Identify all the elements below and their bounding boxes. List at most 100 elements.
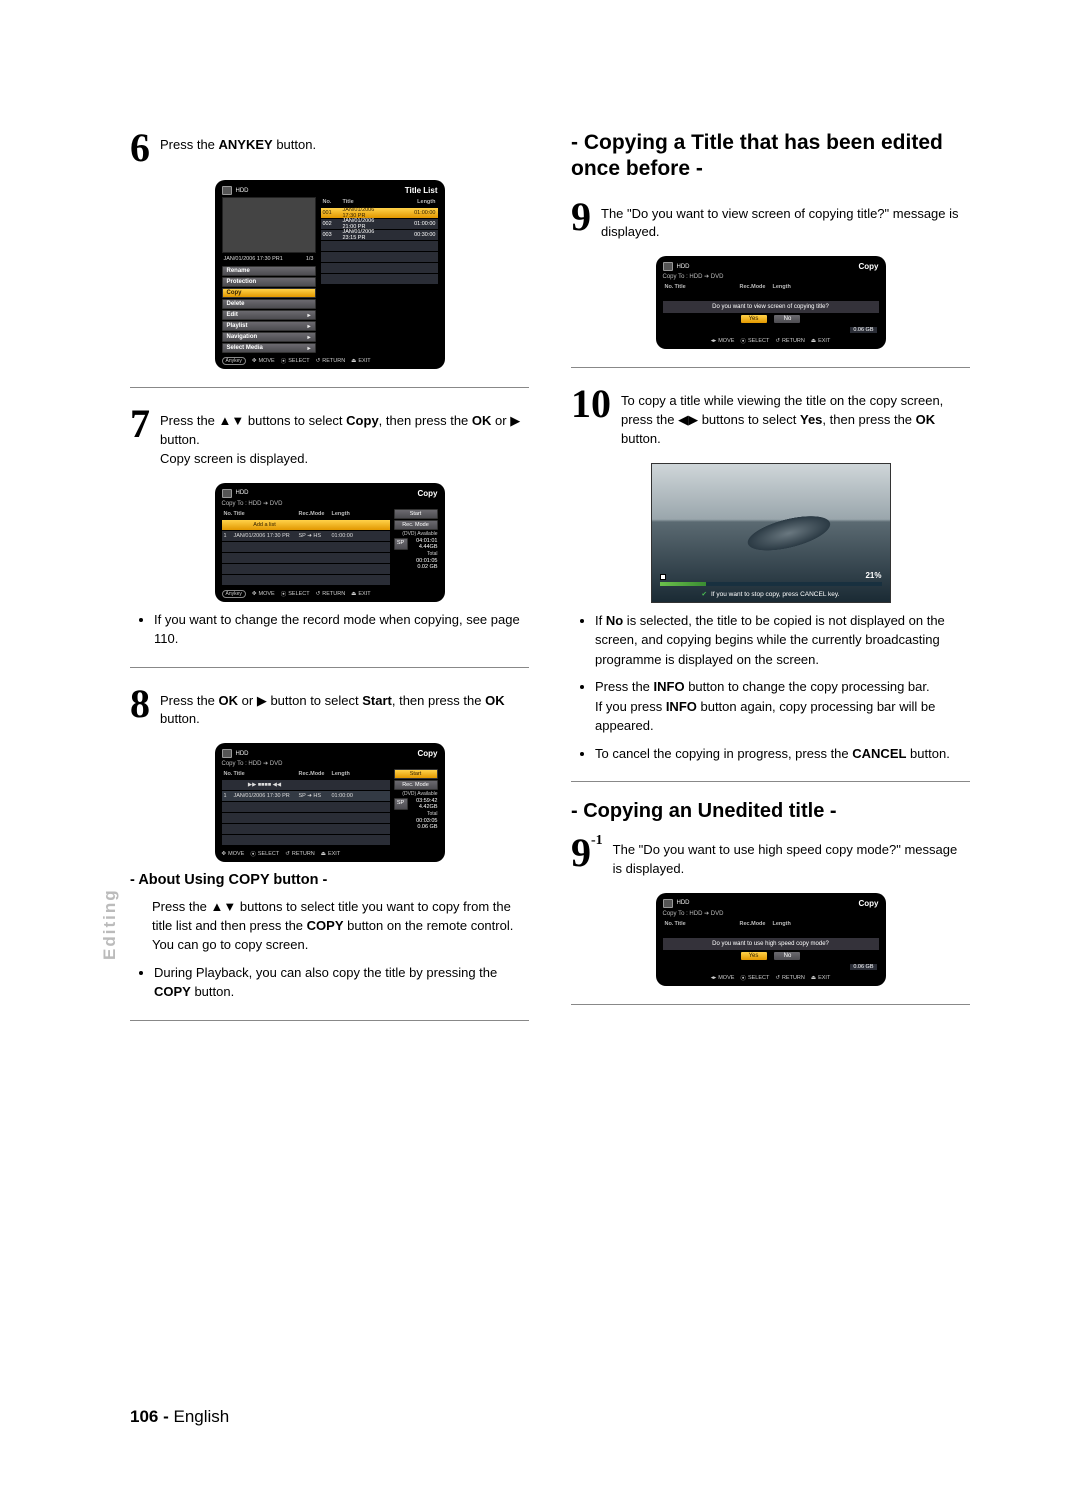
side-tab-editing: Editing: [100, 888, 120, 960]
progress-bar: [660, 582, 882, 586]
menu-rename[interactable]: Rename: [222, 266, 316, 276]
bullet-no: If No is selected, the title to be copie…: [595, 611, 970, 670]
title-row[interactable]: 002JAN/01/2006 21:00 PR01:00:00: [321, 219, 438, 229]
dialog-question: Do you want to view screen of copying ti…: [663, 301, 879, 313]
copy-row[interactable]: 1JAN/01/2006 17:30 PRSP ➔ HS01:00:00: [222, 531, 390, 541]
disk-icon: [222, 749, 232, 758]
yes-button[interactable]: Yes: [741, 952, 767, 960]
move-hint: ✥ MOVE: [222, 851, 245, 857]
recmode-button[interactable]: Rec. Mode: [394, 520, 438, 530]
return-hint: ↺ RETURN: [316, 358, 346, 364]
title-row: [321, 241, 438, 251]
menu-delete[interactable]: Delete: [222, 299, 316, 309]
divider: [130, 667, 529, 668]
select-hint: ⦿ SELECT: [740, 974, 769, 982]
available-label: (DVD) Available: [394, 531, 438, 537]
menu-copy[interactable]: Copy: [222, 288, 316, 298]
device-label: HDD: [236, 751, 249, 757]
move-hint: ✥ MOVE: [252, 358, 275, 364]
recmode-button[interactable]: Rec. Mode: [394, 780, 438, 790]
step-text: The "Do you want to use high speed copy …: [613, 841, 970, 879]
title-row: [321, 252, 438, 262]
divider: [571, 367, 970, 368]
preview-thumbnail: [222, 197, 316, 253]
step-10: 10 To copy a title while viewing the tit…: [571, 386, 970, 449]
title-row[interactable]: 001JAN/01/2006 17:30 PR01:00:00: [321, 208, 438, 218]
left-right-icon: ◀▶: [678, 411, 698, 430]
page-footer: 106 - English: [130, 1407, 229, 1427]
right-column: - Copying a Title that has been edited o…: [571, 130, 970, 1039]
start-button[interactable]: Start: [394, 769, 438, 779]
add-list-row[interactable]: Add a list: [222, 520, 390, 530]
total-size: 0.06 GB: [850, 964, 876, 970]
yes-button[interactable]: Yes: [741, 315, 767, 323]
no-button[interactable]: No: [774, 952, 800, 960]
total-size: 0.06 GB: [850, 327, 876, 333]
about-copy-text: Press the ▲▼ buttons to select title you…: [152, 898, 529, 955]
title-row[interactable]: 003JAN/01/2006 23:15 PR00:30:00: [321, 230, 438, 240]
section-heading-unedited: - Copying an Unedited title -: [571, 800, 970, 823]
screen-title: Copy: [418, 489, 438, 498]
anykey-button-hint: Anykey: [222, 590, 246, 598]
no-button[interactable]: No: [774, 315, 800, 323]
select-hint: ⦿ SELECT: [740, 337, 769, 345]
step-number: 6: [130, 130, 150, 166]
return-hint: ↺ RETURN: [285, 851, 315, 857]
step-number: 7: [130, 406, 150, 442]
step-6: 6 Press the ANYKEY button.: [130, 130, 529, 166]
exit-hint: ⏏ EXIT: [811, 338, 830, 344]
disk-icon: [222, 489, 232, 498]
step-number: 9: [571, 199, 591, 235]
step-number: 10: [571, 386, 611, 422]
anykey-button-hint: Anykey: [222, 357, 246, 365]
device-label: HDD: [677, 900, 690, 906]
disk-icon: [663, 899, 673, 908]
exit-hint: ⏏ EXIT: [811, 975, 830, 981]
osd-title-list: HDD Title List JAN/01/2006 17:30 PR11/3 …: [215, 180, 445, 369]
step-9-1: 9-1 The "Do you want to use high speed c…: [571, 835, 970, 879]
move-hint: ✥ MOVE: [252, 591, 275, 597]
osd-copy-screen: HDD Copy Copy To : HDD ➔ DVD No.TitleRec…: [215, 483, 445, 602]
step-9: 9 The "Do you want to view screen of cop…: [571, 199, 970, 243]
device-label: HDD: [677, 264, 690, 270]
step-text: To copy a title while viewing the title …: [621, 392, 970, 449]
select-hint: ⦿ SELECT: [281, 590, 310, 598]
copy-row[interactable]: 1JAN/01/2006 17:30 PRSP ➔ HS01:00:00: [222, 791, 390, 801]
return-hint: ↺ RETURN: [316, 591, 346, 597]
screen-title: Copy: [418, 749, 438, 758]
progress-percent: 21%: [865, 571, 881, 580]
up-down-icon: ▲▼: [219, 412, 245, 431]
step-text: Press the ANYKEY button.: [160, 136, 529, 155]
play-icon: ▶: [510, 412, 520, 431]
step-number: 8: [130, 686, 150, 722]
title-row: [321, 274, 438, 284]
left-column: 6 Press the ANYKEY button. HDD Title Lis…: [130, 130, 529, 1039]
menu-playlist[interactable]: Playlist▸: [222, 321, 316, 331]
disk-icon: [222, 186, 232, 195]
menu-navigation[interactable]: Navigation▸: [222, 332, 316, 342]
step-7: 7 Press the ▲▼ buttons to select Copy, t…: [130, 406, 529, 469]
menu-edit[interactable]: Edit▸: [222, 310, 316, 320]
about-copy-bullet: During Playback, you can also copy the t…: [154, 963, 529, 1002]
screen-title: Copy: [859, 899, 879, 908]
play-icon: ▶: [257, 692, 267, 711]
sp-label: SP: [394, 538, 408, 550]
bullet-cancel: To cancel the copying in progress, press…: [595, 744, 970, 764]
cancel-hint: If you want to stop copy, press CANCEL k…: [652, 590, 890, 598]
exit-hint: ⏏ EXIT: [351, 358, 370, 364]
screen-title: Title List: [405, 186, 438, 195]
step-text: Press the ▲▼ buttons to select Copy, the…: [160, 412, 529, 469]
start-button[interactable]: Start: [394, 509, 438, 519]
step-text: Press the OK or ▶ button to select Start…: [160, 692, 529, 730]
menu-select-media[interactable]: Select Media▸: [222, 343, 316, 353]
select-hint: ⦿ SELECT: [281, 357, 310, 365]
title-row: [321, 263, 438, 273]
device-label: HDD: [236, 188, 249, 194]
menu-protection[interactable]: Protection: [222, 277, 316, 287]
total-label: Total: [394, 551, 438, 557]
up-down-icon: ▲▼: [211, 898, 237, 917]
move-hint: ◂▸ MOVE: [711, 975, 735, 981]
progress-indicator-icon: [660, 574, 666, 580]
divider: [571, 1004, 970, 1005]
osd-dialog-highspeed: HDD Copy Copy To : HDD ➔ DVD No.TitleRec…: [656, 893, 886, 986]
